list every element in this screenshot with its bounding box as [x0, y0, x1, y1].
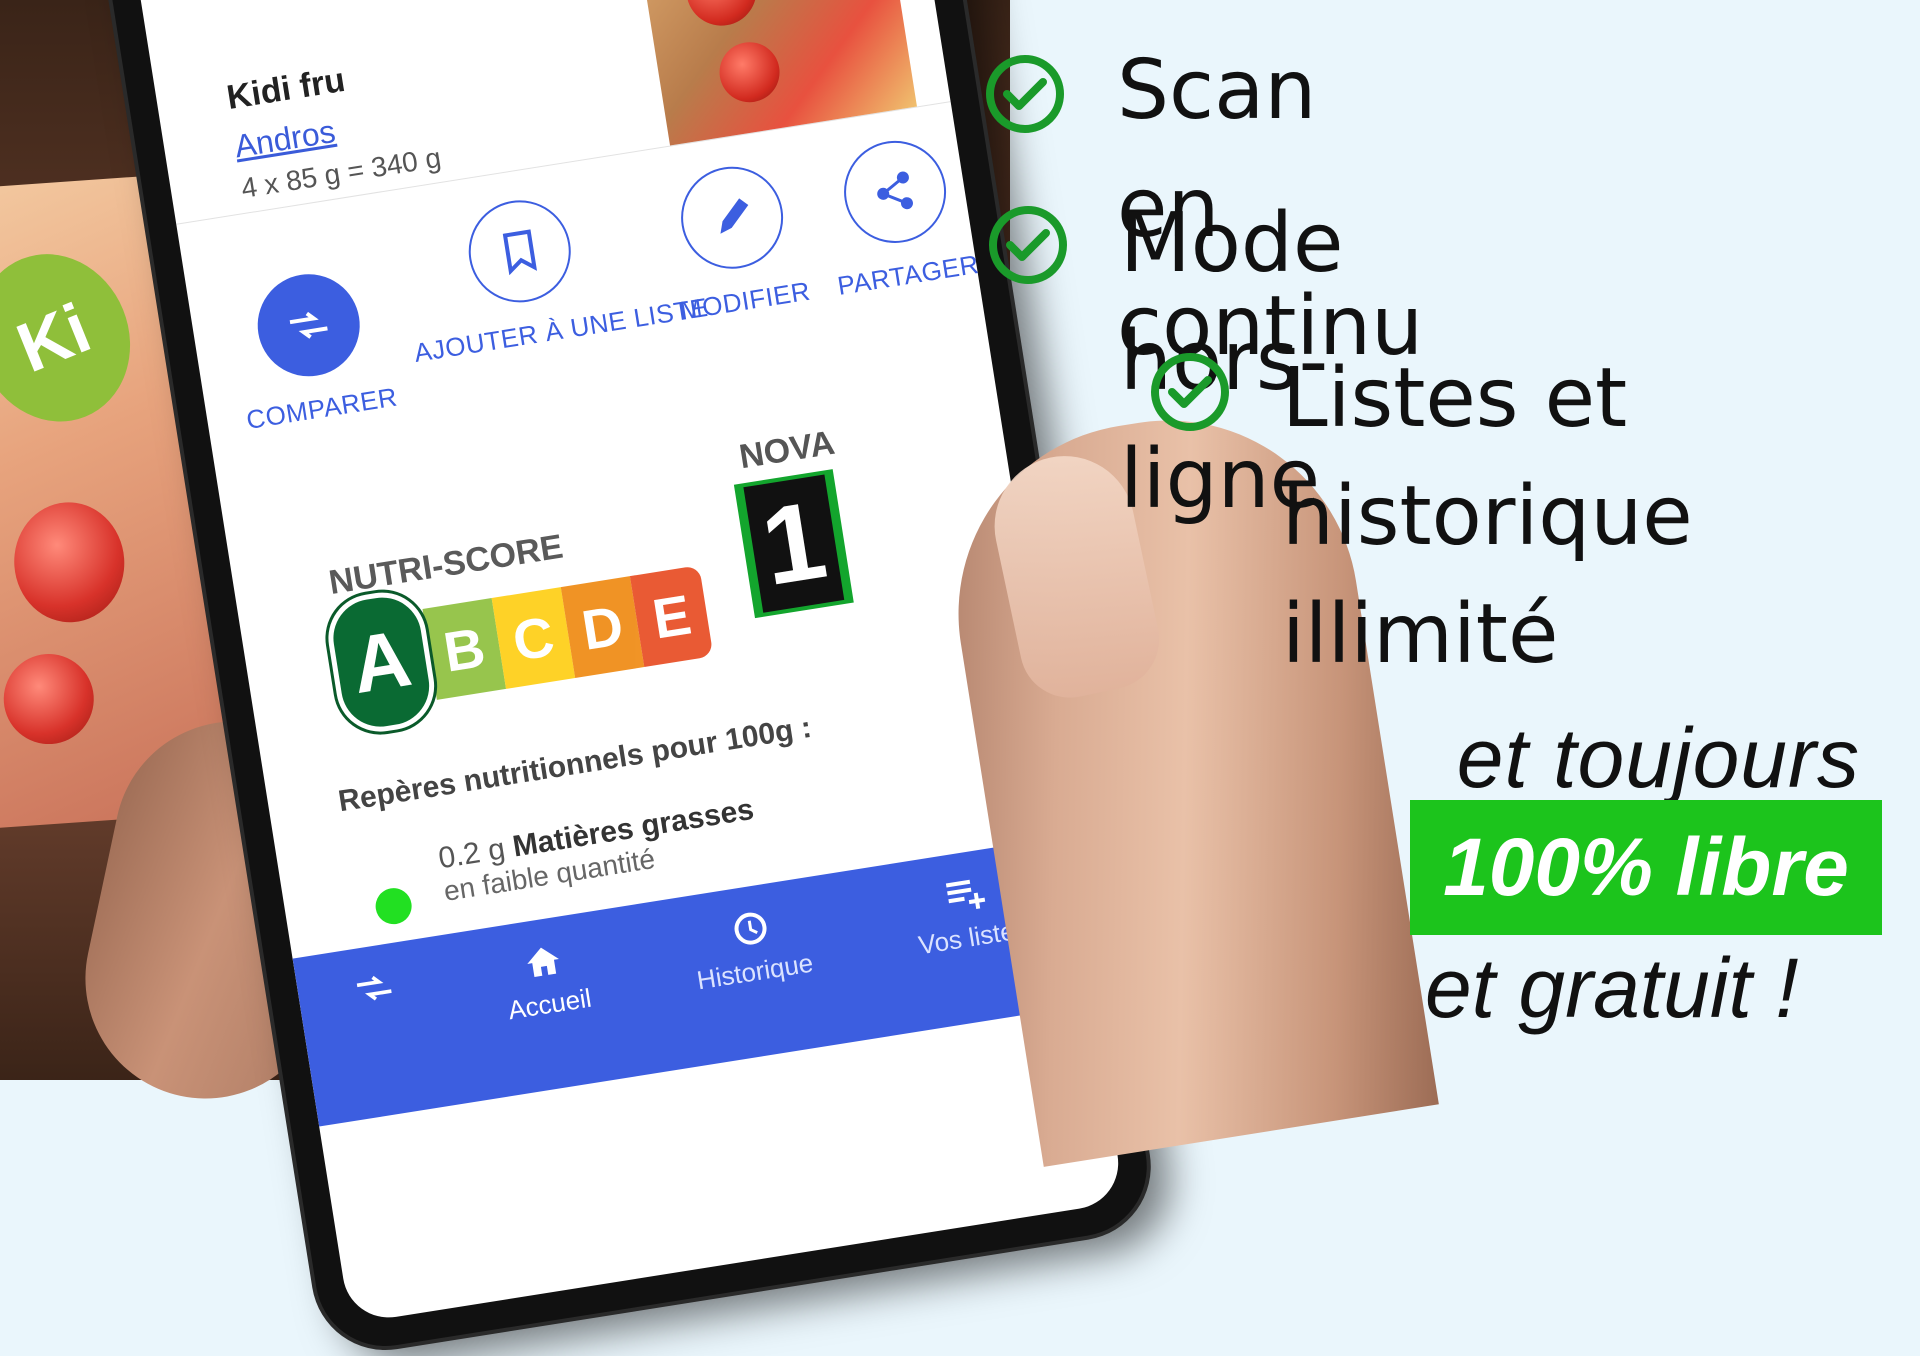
feature-text-line: historique [1282, 469, 1693, 564]
nutriscore-grade-e: E [629, 565, 714, 668]
compare-label: COMPARER [244, 381, 400, 435]
nav-compare[interactable] [349, 963, 400, 1019]
playlist-add-icon [946, 879, 986, 909]
product-name: Kidi fru [224, 60, 348, 118]
check-circle-icon [986, 55, 1064, 133]
product-image[interactable] [637, 0, 917, 146]
add-to-list-label: AJOUTER À UNE LISTE [412, 291, 711, 368]
product-brand-link[interactable]: Andros [232, 113, 338, 165]
strawberry-graphic [10, 498, 129, 626]
home-icon [527, 947, 559, 978]
nova-title: NOVA [736, 423, 838, 477]
check-circle-icon [1151, 353, 1229, 431]
tagline-line3: et gratuit ! [1425, 941, 1799, 1035]
compare-arrows-icon [289, 311, 328, 339]
nav-history[interactable]: Historique [687, 898, 815, 996]
nav-history-label: Historique [694, 947, 816, 996]
nav-home[interactable]: Accueil [498, 933, 593, 1026]
compare-button[interactable]: COMPARER [207, 260, 418, 439]
nova-badge[interactable]: 1 [733, 469, 854, 619]
nova-value: 1 [743, 474, 844, 613]
share-button[interactable]: PARTAGER [793, 127, 1004, 306]
bookmark-icon [502, 229, 538, 276]
pencil-icon [720, 198, 749, 234]
feature-text: Listes et historique illimité [1282, 340, 1693, 694]
box-logo: Ki [0, 230, 155, 445]
strawberry-graphic [0, 651, 97, 748]
level-indicator-dot [373, 885, 415, 927]
share-icon [877, 171, 913, 210]
libre-highlight: 100% libre [1410, 800, 1882, 935]
feature-item: Listes et historique illimité [1150, 340, 1693, 694]
add-to-list-button[interactable]: AJOUTER À UNE LISTE [393, 182, 711, 369]
compare-arrows-icon [356, 975, 392, 1001]
feature-text-line: illimité [1282, 587, 1559, 682]
share-label: PARTAGER [835, 248, 982, 301]
nav-home-label: Accueil [505, 982, 594, 1026]
history-icon [734, 912, 767, 945]
check-circle-icon [989, 206, 1067, 284]
feature-text-line: Listes et [1282, 351, 1628, 446]
tagline-line1: et toujours [1456, 711, 1860, 805]
